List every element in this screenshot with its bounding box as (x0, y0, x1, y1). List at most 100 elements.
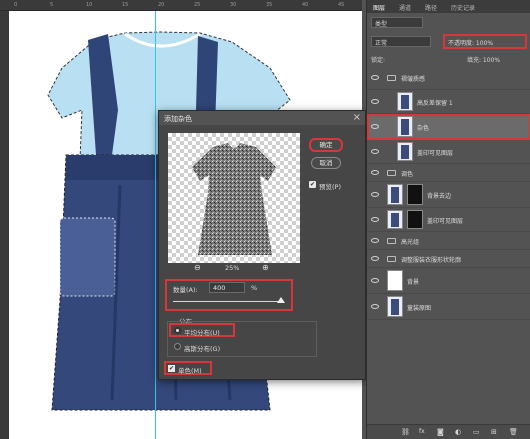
layer-name: 背景去边 (427, 193, 452, 200)
layer-mask-thumbnail[interactable] (407, 184, 423, 205)
layer-name: 盖印可见图层 (417, 150, 454, 157)
preview-label: 预览(P) (319, 183, 341, 191)
amount-label: 数量(A): (173, 286, 198, 294)
adjustment-icon[interactable]: ◐ (455, 428, 461, 436)
layers-panel: 图层 通道 路径 历史记录 类型 正常 不透明度: 100% 锁定: 填充: 1… (366, 0, 530, 439)
ruler-tick: 20 (158, 2, 165, 8)
visibility-eye-icon[interactable] (371, 149, 379, 154)
folder-icon (387, 238, 396, 244)
layer-thumbnail (397, 92, 413, 111)
layer-name: 调色 (401, 171, 414, 178)
visibility-eye-icon[interactable] (371, 99, 379, 104)
layer-thumbnail (387, 296, 403, 317)
visibility-eye-icon[interactable] (371, 238, 379, 243)
layer-row[interactable]: 盖印可见图层 (367, 208, 530, 232)
folder-icon (387, 170, 396, 176)
preview-checkbox[interactable]: ✔ (309, 181, 316, 188)
ruler-tick: 5 (50, 2, 54, 8)
vertical-ruler (0, 11, 9, 439)
visibility-eye-icon[interactable] (371, 304, 379, 309)
visibility-eye-icon[interactable] (371, 278, 379, 283)
layer-thumbnail (387, 210, 403, 229)
folder-icon[interactable]: ▭ (473, 428, 480, 436)
zoom-out-icon[interactable]: ⊖ (194, 263, 201, 272)
layer-row[interactable]: 调整服装衣服形状轮廓 (367, 250, 530, 268)
filter-preview[interactable] (168, 133, 300, 263)
amount-slider-track[interactable] (173, 301, 281, 302)
visibility-eye-icon[interactable] (371, 217, 379, 222)
ok-label: 确定 (319, 141, 333, 149)
horizontal-ruler: 0 5 10 15 20 25 30 35 40 45 (0, 0, 362, 11)
dialog-title: 添加杂色 (164, 115, 192, 123)
cancel-button[interactable]: 取消 (311, 157, 341, 169)
visibility-eye-icon[interactable] (371, 170, 379, 175)
layer-filter-kind[interactable]: 类型 (371, 17, 423, 28)
opacity-field[interactable]: 不透明度: 100% (443, 34, 527, 49)
visibility-eye-icon[interactable] (371, 124, 379, 129)
layer-name: 高光组 (401, 239, 420, 246)
layer-row[interactable]: 盖印可见图层 (367, 140, 530, 164)
blend-mode-select[interactable]: 正常 (371, 36, 431, 47)
layer-row[interactable]: 背景 (367, 268, 530, 294)
layer-row[interactable]: 高反差保留 1 (367, 90, 530, 114)
guide-line[interactable] (155, 11, 156, 439)
layer-row[interactable]: 背景去边 (367, 182, 530, 208)
ruler-tick: 30 (230, 2, 237, 8)
close-icon[interactable]: × (353, 112, 361, 123)
cancel-label: 取消 (319, 159, 333, 167)
visibility-eye-icon[interactable] (371, 75, 379, 80)
ruler-tick: 40 (302, 2, 309, 8)
zoom-level: 25% (225, 264, 240, 272)
ruler-tick: 15 (122, 2, 129, 8)
gaussian-option-row[interactable]: 高斯分布(G) (171, 341, 241, 353)
monochromatic-label: 单色(M) (178, 367, 202, 375)
trash-icon[interactable]: 🗑 (509, 428, 518, 436)
ruler-tick: 25 (194, 2, 201, 8)
monochromatic-row[interactable]: ✔ 单色(M) (164, 361, 212, 375)
zoom-in-icon[interactable]: ⊕ (262, 263, 269, 272)
mask-icon[interactable]: ◙ (437, 428, 444, 436)
gaussian-label: 高斯分布(G) (184, 345, 221, 353)
ok-button[interactable]: 确定 (309, 138, 343, 152)
tab-channels[interactable]: 通道 (399, 3, 411, 12)
visibility-eye-icon[interactable] (371, 192, 379, 197)
uniform-option-row[interactable]: 平均分布(U) (169, 323, 235, 337)
fx-icon[interactable]: fx (419, 428, 425, 435)
layer-thumbnail (397, 142, 413, 161)
layer-name: 童装原图 (407, 305, 432, 312)
layer-name: 褶皱质感 (401, 76, 426, 83)
layer-row[interactable]: 调色 (367, 164, 530, 182)
amount-group: 数量(A): 400 % (165, 279, 293, 311)
layer-name: 高反差保留 1 (417, 100, 453, 107)
add-noise-dialog: 添加杂色 × 确定 取消 ✔ 预览(P) ⊖ 25% ⊕ 数量(A): 400 (158, 110, 366, 380)
ruler-tick: 35 (266, 2, 273, 8)
layer-row[interactable]: 褶皱质感 (367, 66, 530, 90)
tab-paths[interactable]: 路径 (425, 3, 437, 12)
layer-row[interactable]: 高光组 (367, 232, 530, 250)
dialog-title-bar[interactable]: 添加杂色 (159, 111, 365, 125)
ruler-tick: 10 (86, 2, 93, 8)
preview-dress-image (192, 143, 276, 255)
tab-layers[interactable]: 图层 (373, 3, 385, 12)
layer-row[interactable]: 杂色 (367, 114, 530, 140)
panel-tabs: 图层 通道 路径 历史记录 (367, 0, 530, 13)
fill-field[interactable]: 填充: 100% (467, 55, 500, 64)
layer-name: 调整服装衣服形状轮廓 (401, 257, 462, 264)
amount-input[interactable]: 400 (209, 282, 245, 293)
tab-history[interactable]: 历史记录 (451, 3, 475, 12)
monochromatic-checkbox[interactable]: ✔ (168, 365, 175, 372)
layer-thumbnail (387, 270, 403, 291)
amount-unit: % (251, 284, 258, 292)
uniform-label: 平均分布(U) (184, 329, 220, 337)
gaussian-radio[interactable] (174, 343, 181, 350)
layer-name: 背景 (407, 279, 420, 286)
panel-footer: ⛓ fx ◙ ◐ ▭ ⊞ 🗑 (367, 424, 530, 439)
amount-slider-thumb[interactable] (277, 297, 285, 303)
link-icon[interactable]: ⛓ (401, 428, 410, 436)
ruler-tick: 0 (14, 2, 18, 8)
uniform-radio[interactable] (174, 327, 181, 334)
visibility-eye-icon[interactable] (371, 256, 379, 261)
new-layer-icon[interactable]: ⊞ (491, 428, 497, 436)
layer-row[interactable]: 童装原图 (367, 294, 530, 320)
layer-mask-thumbnail[interactable] (407, 210, 423, 229)
